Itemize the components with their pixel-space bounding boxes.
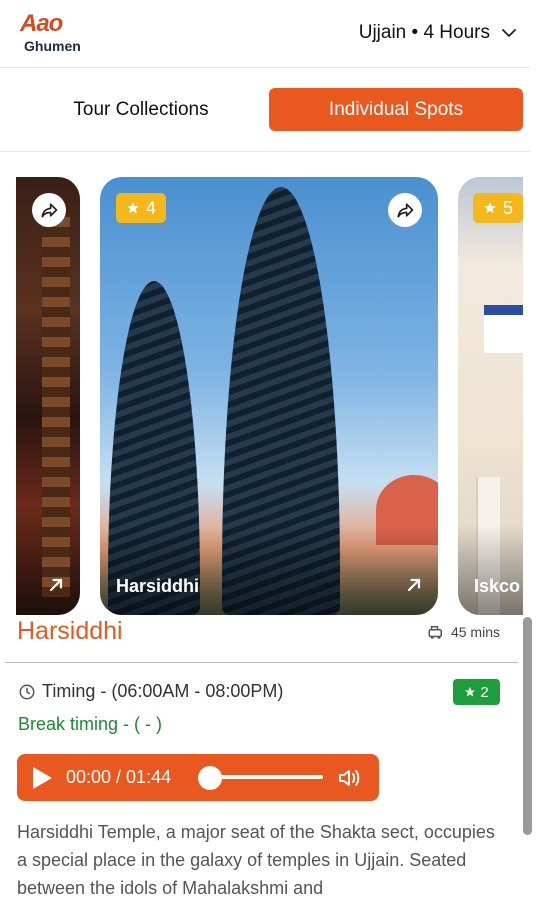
card-title: Iskco: [474, 576, 521, 596]
rating-badge: 4: [116, 193, 167, 223]
rating-value: 2: [480, 683, 489, 701]
audio-seek-track[interactable]: [209, 775, 323, 779]
rating-badge: 5: [473, 193, 523, 223]
tab-tour-collections[interactable]: Tour Collections: [14, 88, 268, 131]
play-icon[interactable]: [31, 766, 53, 790]
chevron-down-icon: [502, 29, 516, 37]
app-header: Aao Ghumen Ujjain • 4 Hours: [0, 0, 530, 68]
arrow-up-right-icon[interactable]: [46, 575, 66, 595]
share-icon[interactable]: [32, 193, 66, 227]
divider: [5, 662, 518, 663]
timing: Timing - (06:00AM - 08:00PM): [18, 681, 283, 702]
timing-text: Timing - (06:00AM - 08:00PM): [42, 681, 284, 701]
card-image: [42, 217, 70, 597]
spot-card[interactable]: [16, 177, 80, 615]
break-timing: Break timing - ( - ): [18, 714, 163, 734]
spot-description: Harsiddhi Temple, a major seat of the Sh…: [17, 822, 495, 898]
logo-wordmark-top: Aao: [20, 10, 63, 37]
spot-card-harsiddhi[interactable]: 4 Harsiddhi: [100, 177, 438, 615]
share-icon[interactable]: [388, 193, 422, 227]
audio-seek-handle[interactable]: [198, 766, 222, 790]
card-title: Harsiddhi: [116, 576, 200, 596]
rating-value: 4: [146, 197, 157, 218]
logo-wordmark-bottom: Ghumen: [24, 38, 81, 54]
walking-icon: [428, 626, 442, 639]
volume-icon[interactable]: [337, 766, 361, 790]
spot-carousel[interactable]: 4 Harsiddhi 5 Iskco: [16, 177, 523, 615]
rating-badge: 2: [453, 679, 500, 705]
location-label: Ujjain • 4 Hours: [358, 22, 490, 43]
duration: 45 mins: [427, 623, 500, 641]
spot-title: Harsiddhi: [17, 617, 123, 645]
card-image: [484, 305, 523, 353]
arrow-up-right-icon[interactable]: [404, 575, 424, 595]
audio-time: 00:00 / 01:44: [66, 767, 172, 787]
tab-bar: Tour Collections Individual Spots: [0, 68, 530, 152]
star-icon: [127, 202, 139, 214]
rating-value: 5: [503, 197, 514, 218]
scrollbar[interactable]: [523, 617, 532, 835]
logo[interactable]: Aao Ghumen: [20, 10, 96, 56]
spot-card-iskcon[interactable]: 5 Iskco: [458, 177, 523, 615]
audio-player: 00:00 / 01:44: [17, 754, 379, 801]
duration-value: 45 mins: [450, 624, 500, 640]
tab-individual-spots[interactable]: Individual Spots: [269, 88, 523, 131]
location-selector[interactable]: Ujjain • 4 Hours: [359, 20, 518, 46]
clock-icon: [19, 684, 35, 699]
star-icon: [484, 202, 496, 214]
star-icon: [465, 687, 476, 697]
